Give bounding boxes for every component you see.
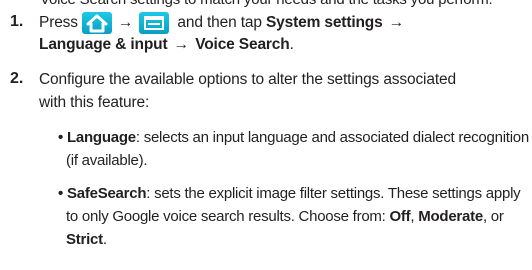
menu-icon <box>144 16 165 30</box>
bullet-safesearch-line-3: Strict. <box>66 230 107 250</box>
menu-key <box>139 12 170 34</box>
language-term: Language <box>67 129 136 146</box>
step-1-line-2: Language & input → Voice Search. <box>39 35 294 55</box>
home-key <box>81 12 112 34</box>
press-text: Press <box>39 14 78 32</box>
arrow-icon: → <box>388 14 405 32</box>
and-then-tap-text: and then tap <box>177 14 262 32</box>
arrow-icon: → <box>173 36 190 53</box>
bullet-language-line-2: (if available). <box>66 152 148 169</box>
safesearch-term: SafeSearch <box>67 185 147 202</box>
period: . <box>102 231 107 248</box>
bullet-language-line-1: • Language: selects an input language and… <box>58 128 529 148</box>
bullet-icon: • <box>58 185 64 202</box>
voice-search-label: Voice Search <box>195 36 290 53</box>
bullet-safesearch-line-1: • SafeSearch: sets the explicit image fil… <box>58 184 521 204</box>
step-number: 2. <box>10 70 24 87</box>
safesearch-desc-2: to only Google voice search results. Cho… <box>66 208 390 225</box>
bullet-language: • Language: selects an input language and… <box>0 128 532 174</box>
period: . <box>289 36 294 53</box>
step-2-line-2: with this feature: <box>39 94 150 111</box>
step-1: 1. Press → and then tap System settings →… <box>0 12 532 60</box>
bullet-icon: • <box>58 129 64 146</box>
step-2: 2. Configure the available options to al… <box>0 70 532 118</box>
cut-off-text: Voice Search settings to match your need… <box>40 0 493 8</box>
arrow-icon: → <box>117 14 134 32</box>
option-strict: Strict <box>66 231 103 248</box>
step-number: 1. <box>10 13 24 30</box>
language-desc: : selects an input language and associat… <box>135 129 529 146</box>
step-1-line-1: Press → and then tap System settings → <box>39 12 406 34</box>
step-2-line-1: Configure the available options to alter… <box>39 71 456 88</box>
bullet-safesearch-line-2: to only Google voice search results. Cho… <box>66 207 504 227</box>
home-icon <box>86 14 108 33</box>
option-off: Off <box>389 208 411 225</box>
cut-off-previous-line: Voice Search settings to match your need… <box>0 0 532 9</box>
separator: , or <box>482 208 504 225</box>
system-settings-label: System settings <box>265 14 383 32</box>
safesearch-desc: : sets the explicit image filter setting… <box>146 185 521 202</box>
language-input-label: Language & input <box>39 36 168 53</box>
bullet-safesearch: • SafeSearch: sets the explicit image fil… <box>0 184 532 264</box>
option-moderate: Moderate <box>418 208 483 225</box>
